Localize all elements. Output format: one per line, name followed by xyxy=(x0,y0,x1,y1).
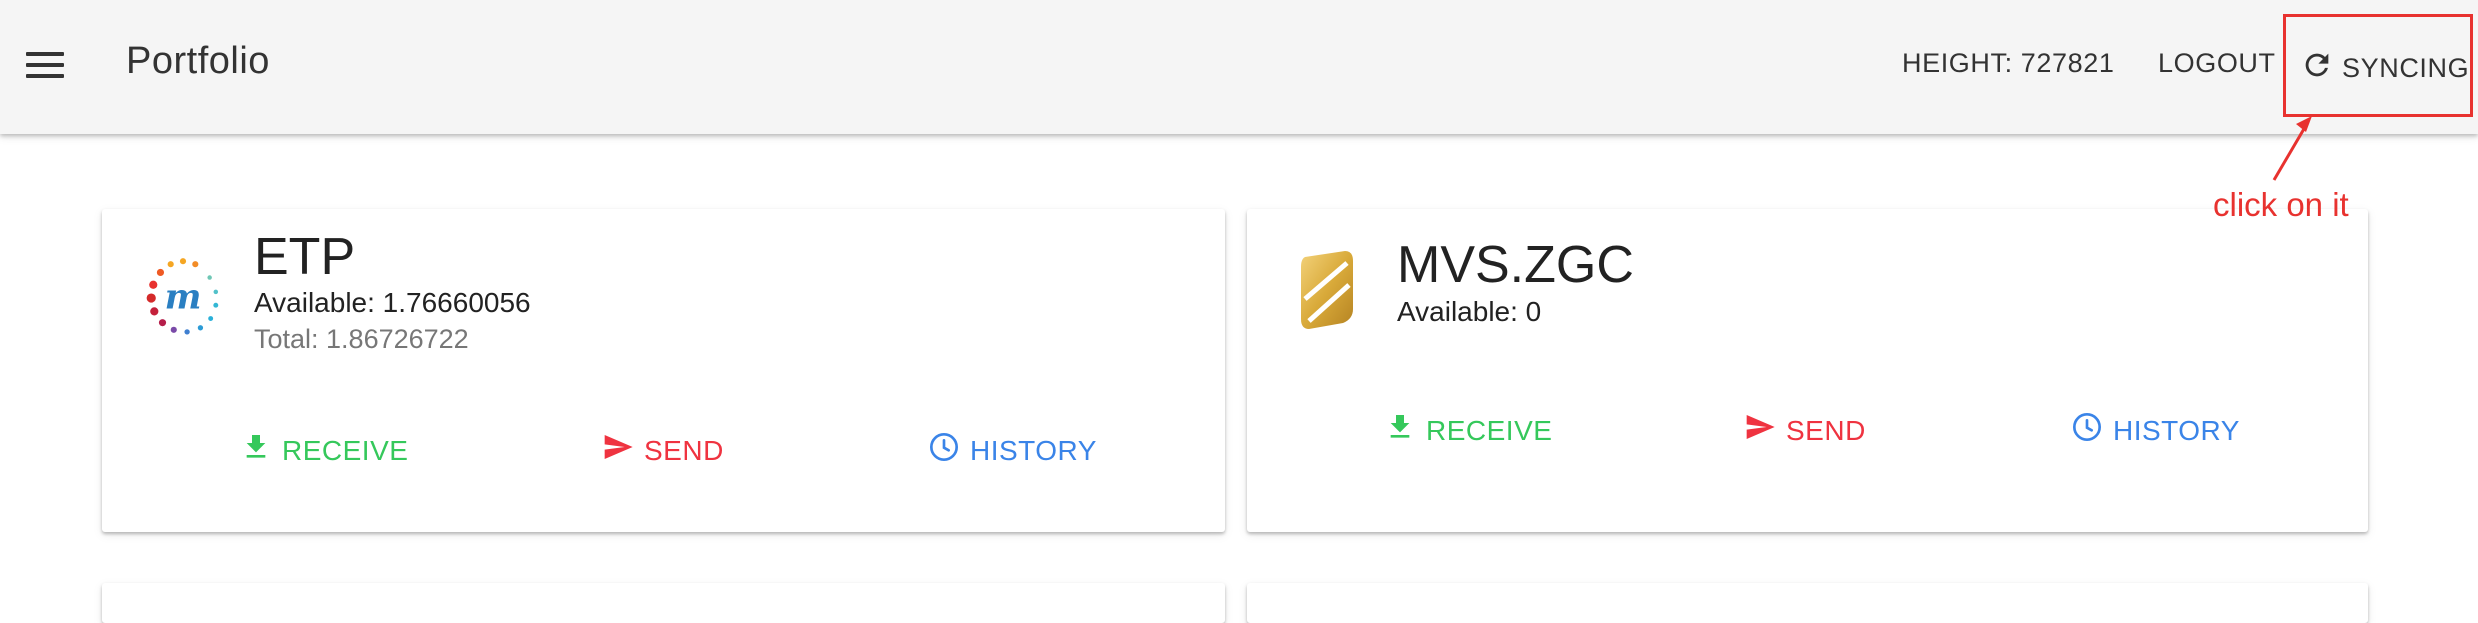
hamburger-menu-icon[interactable] xyxy=(26,50,64,80)
download-icon xyxy=(1384,411,1416,450)
total-balance: Total: 1.86726722 xyxy=(254,324,469,354)
metaverse-m-logo-icon: m xyxy=(146,258,219,335)
page-title: Portfolio xyxy=(126,40,270,82)
top-app-bar: Portfolio HEIGHT: 727821 LOGOUT SYNCING xyxy=(0,0,2478,134)
asset-name: ETP xyxy=(254,228,356,286)
receive-button[interactable]: RECEIVE xyxy=(1384,411,1552,450)
send-button[interactable]: SEND xyxy=(1744,411,1866,450)
asset-card-partial xyxy=(102,583,1225,623)
asset-name: MVS.ZGC xyxy=(1397,236,1634,294)
refresh-icon xyxy=(2300,48,2334,89)
logout-button[interactable]: LOGOUT xyxy=(2158,48,2276,79)
download-icon xyxy=(240,431,272,470)
asset-card-etp: m ETP Available: 1.76660056 Total: 1.867… xyxy=(102,209,1225,532)
available-balance: Available: 1.76660056 xyxy=(254,287,531,318)
syncing-label: SYNCING xyxy=(2342,53,2470,83)
send-icon xyxy=(602,431,634,470)
receive-button[interactable]: RECEIVE xyxy=(240,431,408,470)
send-button[interactable]: SEND xyxy=(602,431,724,470)
clock-icon xyxy=(2071,411,2103,450)
clock-icon xyxy=(928,431,960,470)
history-button[interactable]: HISTORY xyxy=(2071,411,2240,450)
annotation-arrow-icon xyxy=(2272,116,2312,181)
annotation-text: click on it xyxy=(2213,186,2349,223)
asset-card-partial xyxy=(1247,583,2368,623)
gold-shield-logo-icon xyxy=(1301,251,1353,329)
available-balance: Available: 0 xyxy=(1397,296,1542,327)
asset-card-mvs-zgc: MVS.ZGC Available: 0 RECEIVE SEND HISTOR… xyxy=(1247,209,2368,532)
history-button[interactable]: HISTORY xyxy=(928,431,1097,470)
svg-text:m: m xyxy=(165,276,202,317)
syncing-button[interactable]: SYNCING xyxy=(2300,48,2469,89)
send-icon xyxy=(1744,411,1776,450)
block-height-indicator: HEIGHT: 727821 xyxy=(1902,48,2115,78)
